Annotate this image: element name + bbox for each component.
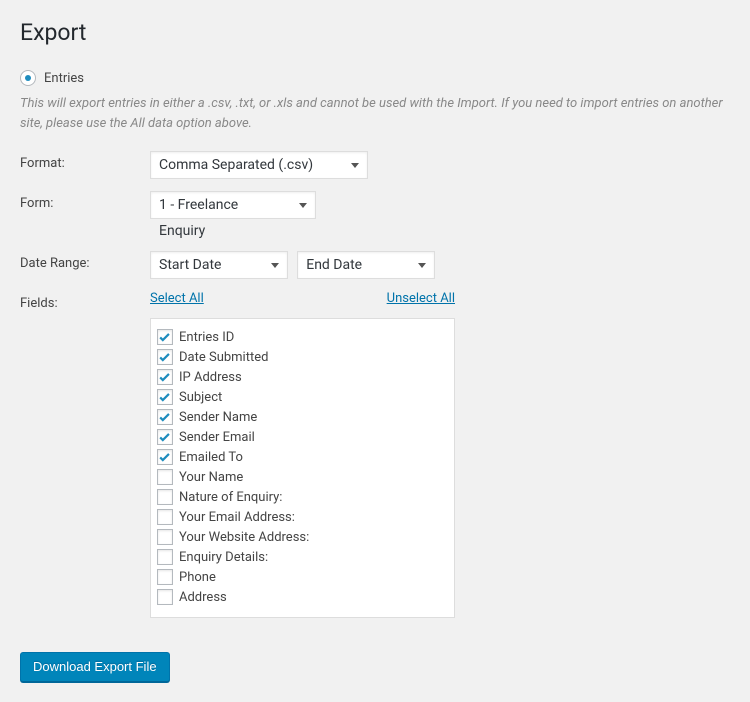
select-all-link[interactable]: Select All (150, 291, 204, 306)
field-label: Your Name (179, 470, 243, 485)
checkbox-icon (157, 429, 173, 445)
field-item[interactable]: Address (157, 587, 448, 607)
fields-label: Fields: (20, 291, 150, 311)
entries-radio[interactable]: Entries (20, 70, 84, 86)
fields-list[interactable]: Entries ID Date Submitted IP Address Subjec… (150, 318, 455, 618)
checkbox-icon (157, 409, 173, 425)
page-title: Export (20, 10, 730, 50)
end-date-select[interactable]: End Date (297, 251, 435, 279)
field-label: IP Address (179, 370, 242, 385)
radio-icon (20, 70, 36, 86)
start-date-value: Start Date (159, 257, 221, 273)
checkbox-icon (157, 389, 173, 405)
field-item[interactable]: Sender Name (157, 407, 448, 427)
checkbox-icon (157, 569, 173, 585)
field-label: Emailed To (179, 450, 243, 465)
form-select[interactable]: 1 - Freelance Enquiry (150, 191, 316, 219)
format-label: Format: (20, 151, 150, 171)
checkbox-icon (157, 549, 173, 565)
checkbox-icon (157, 369, 173, 385)
end-date-value: End Date (306, 257, 362, 273)
field-item[interactable]: Phone (157, 567, 448, 587)
field-item[interactable]: Subject (157, 387, 448, 407)
field-label: Nature of Enquiry: (179, 490, 282, 505)
field-item[interactable]: Emailed To (157, 447, 448, 467)
checkbox-icon (157, 329, 173, 345)
field-item[interactable]: Enquiry Details: (157, 547, 448, 567)
field-item[interactable]: Your Website Address: (157, 527, 448, 547)
export-type-radio-group: Entries (20, 70, 730, 86)
format-select[interactable]: Comma Separated (.csv) (150, 151, 368, 179)
checkbox-icon (157, 509, 173, 525)
start-date-select[interactable]: Start Date (150, 251, 288, 279)
checkbox-icon (157, 489, 173, 505)
checkbox-icon (157, 529, 173, 545)
field-item[interactable]: Your Name (157, 467, 448, 487)
field-label: Sender Email (179, 430, 255, 445)
checkbox-icon (157, 469, 173, 485)
field-item[interactable]: Your Email Address: (157, 507, 448, 527)
checkbox-icon (157, 589, 173, 605)
checkbox-icon (157, 349, 173, 365)
form-select-value: 1 - Freelance Enquiry (159, 197, 238, 239)
field-label: Phone (179, 570, 216, 585)
field-item[interactable]: Entries ID (157, 327, 448, 347)
field-label: Date Submitted (179, 350, 268, 365)
field-item[interactable]: Nature of Enquiry: (157, 487, 448, 507)
format-select-value: Comma Separated (.csv) (159, 157, 313, 173)
unselect-all-link[interactable]: Unselect All (387, 291, 455, 306)
field-label: Your Email Address: (179, 510, 295, 525)
field-item[interactable]: Sender Email (157, 427, 448, 447)
field-label: Enquiry Details: (179, 550, 268, 565)
form-label: Form: (20, 191, 150, 211)
field-item[interactable]: Date Submitted (157, 347, 448, 367)
entries-radio-label: Entries (44, 71, 84, 86)
date-range-label: Date Range: (20, 251, 150, 271)
download-export-button[interactable]: Download Export File (20, 652, 170, 682)
field-label: Subject (179, 390, 222, 405)
field-label: Address (179, 590, 227, 605)
field-label: Sender Name (179, 410, 257, 425)
field-label: Entries ID (179, 330, 234, 345)
field-item[interactable]: IP Address (157, 367, 448, 387)
checkbox-icon (157, 449, 173, 465)
description-text: This will export entries in either a .cs… (20, 94, 730, 133)
field-label: Your Website Address: (179, 530, 309, 545)
